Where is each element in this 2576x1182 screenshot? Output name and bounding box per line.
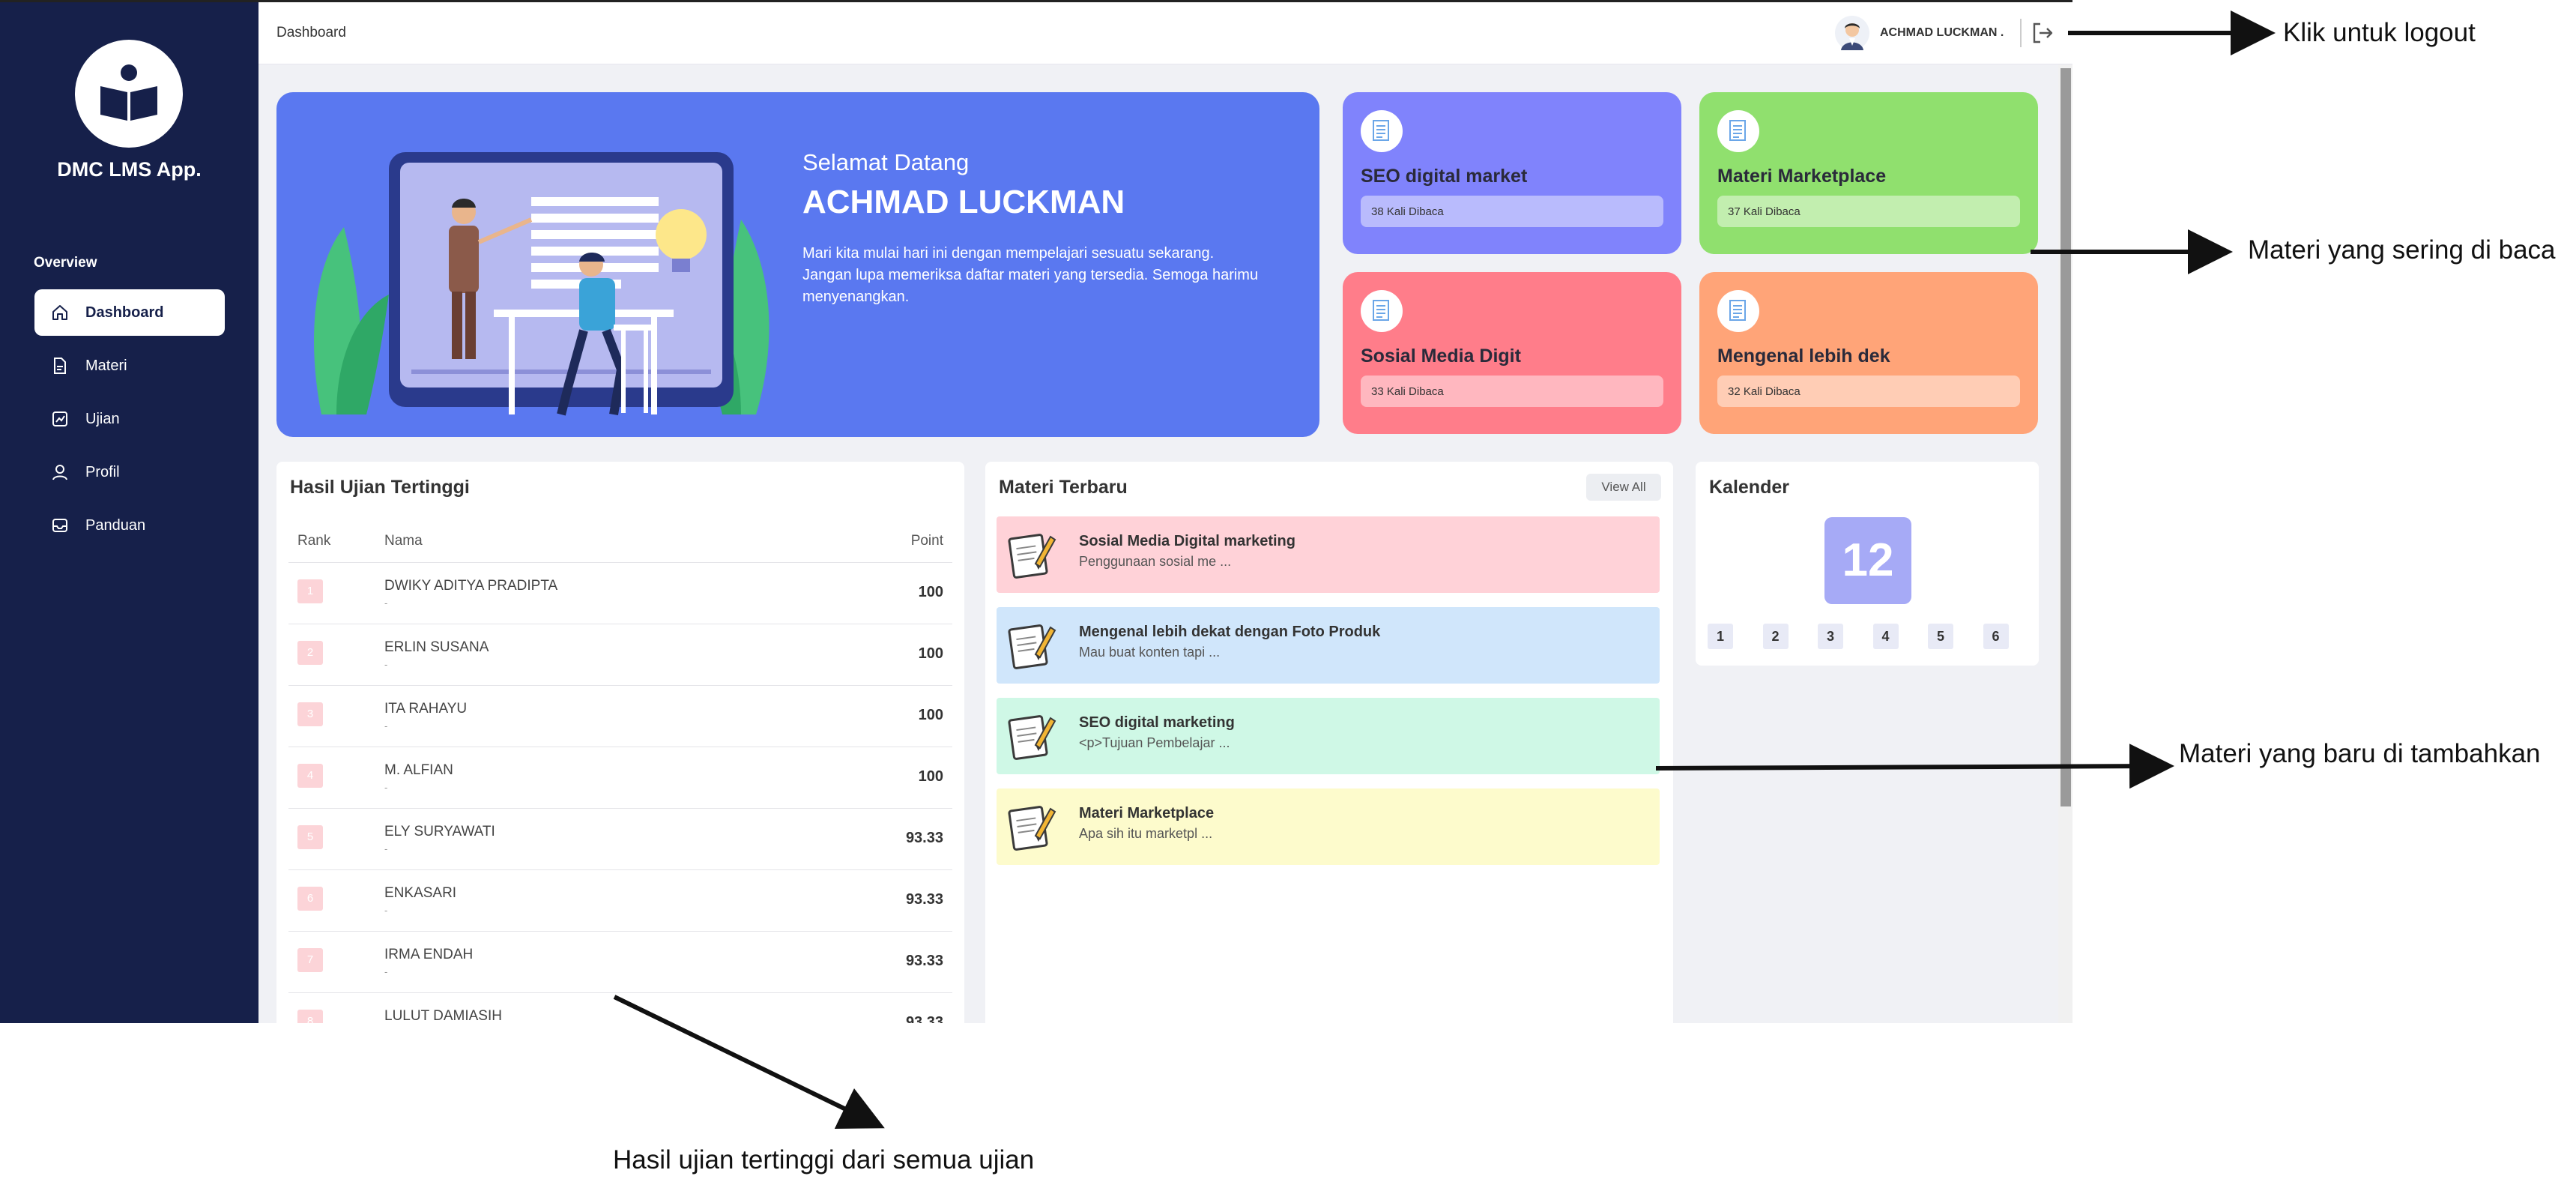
annotation-arrow-latest [1655, 744, 2174, 789]
annotation-ranking: Hasil ujian tertinggi dari semua ujian [613, 1145, 1035, 1175]
annotation-popular: Materi yang sering di baca [2248, 235, 2556, 265]
annotation-arrows [613, 10, 2276, 1130]
annotation-logout: Klik untuk logout [2283, 18, 2476, 47]
annotation-latest: Materi yang baru di tambahkan [2179, 739, 2541, 768]
annotation-arrow-ranking [613, 995, 885, 1130]
